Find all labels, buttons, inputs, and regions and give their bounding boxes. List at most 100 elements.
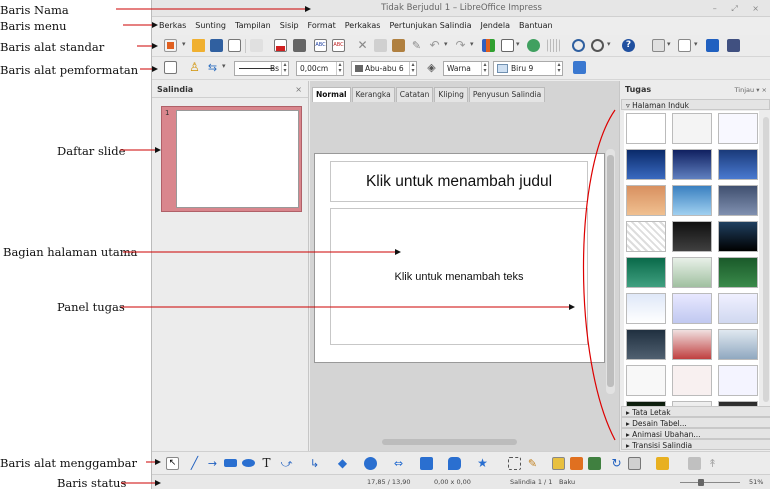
slide-thumbnail[interactable] <box>176 110 299 208</box>
content-placeholder[interactable]: Klik untuk menambah teks <box>330 208 588 345</box>
master-page-thumbnail[interactable] <box>626 185 666 216</box>
menu-tools[interactable]: Perkakas <box>345 21 381 30</box>
new-slide-dropdown-icon[interactable]: ▾ <box>667 40 671 48</box>
presentation-icon[interactable] <box>706 39 719 52</box>
fontwork-gallery-icon[interactable] <box>552 457 565 470</box>
basic-shapes-icon[interactable]: ◆ <box>336 457 349 470</box>
master-page-thumbnail[interactable] <box>718 329 758 360</box>
zoom-dropdown-icon[interactable]: ▾ <box>607 40 611 48</box>
master-page-thumbnail[interactable] <box>718 221 758 252</box>
master-page-thumbnail[interactable] <box>672 221 712 252</box>
menu-view[interactable]: Tampilan <box>235 21 271 30</box>
master-page-thumbnail[interactable] <box>626 149 666 180</box>
grid-icon[interactable] <box>547 39 560 52</box>
master-page-thumbnail[interactable] <box>672 293 712 324</box>
layout-dropdown-icon[interactable]: ▾ <box>694 40 698 48</box>
master-page-thumbnail[interactable] <box>672 257 712 288</box>
title-placeholder[interactable]: Klik untuk menambah judul <box>330 161 588 202</box>
area-fill-icon[interactable]: ◈ <box>425 61 438 74</box>
task-pane-scrollbar[interactable] <box>763 117 769 402</box>
align-icon[interactable] <box>628 457 641 470</box>
fontwork-icon[interactable] <box>527 39 540 52</box>
master-page-thumbnail[interactable] <box>626 365 666 396</box>
area-style-select[interactable]: Warna ▴ ▾ <box>443 61 489 76</box>
spellcheck-icon[interactable]: ABC <box>314 39 327 52</box>
styles-icon[interactable] <box>164 61 177 74</box>
window-controls[interactable]: – ⤢ × <box>713 0 765 17</box>
task-pane-view-menu[interactable]: Tinjau <box>735 86 755 94</box>
menu-window[interactable]: Jendela <box>481 21 510 30</box>
flowchart-icon[interactable] <box>420 457 433 470</box>
section-custom-animation[interactable]: ▸ Animasi Ubahan... <box>621 428 770 439</box>
stars-icon[interactable]: ★ <box>476 457 489 470</box>
master-page-thumbnail[interactable] <box>718 293 758 324</box>
gallery-icon[interactable] <box>588 457 601 470</box>
shadow-icon[interactable] <box>573 61 586 74</box>
arrow-dropdown-icon[interactable]: ▾ <box>222 62 226 70</box>
chart-icon[interactable] <box>482 39 495 52</box>
slideshow-icon[interactable] <box>727 39 740 52</box>
section-layouts[interactable]: ▸ Tata Letak <box>621 406 770 417</box>
slide-canvas[interactable]: Klik untuk menambah judul Klik untuk men… <box>314 153 605 363</box>
area-style-arrows[interactable]: ▴ ▾ <box>481 62 488 75</box>
glue-points-icon[interactable]: ✎ <box>526 457 539 470</box>
extrusion-icon[interactable] <box>688 457 701 470</box>
from-file-icon[interactable] <box>570 457 583 470</box>
master-page-thumbnail[interactable] <box>718 365 758 396</box>
redo-dropdown-icon[interactable]: ▾ <box>470 40 474 48</box>
line-icon[interactable]: ♙ <box>188 61 201 74</box>
arrow-style-icon[interactable]: ⇆ <box>206 61 219 74</box>
callouts-icon[interactable] <box>448 457 461 470</box>
horizontal-scrollbar[interactable] <box>382 439 517 445</box>
master-page-thumbnail[interactable] <box>626 257 666 288</box>
undo-dropdown-icon[interactable]: ▾ <box>444 40 448 48</box>
tab-normal[interactable]: Normal <box>312 87 351 102</box>
copy-icon[interactable] <box>374 39 387 52</box>
slide-pane-close-icon[interactable]: × <box>295 81 302 98</box>
email-icon[interactable] <box>228 39 241 52</box>
ellipse-icon[interactable] <box>242 459 255 467</box>
select-pointer-icon[interactable]: ↖ <box>166 457 179 470</box>
line-style-select[interactable]: Bs ▴ ▾ <box>234 61 289 76</box>
arrange-icon[interactable] <box>656 457 669 470</box>
slide-thumbnail-selected[interactable]: 1 <box>161 106 302 212</box>
edit-file-icon[interactable] <box>250 39 263 52</box>
line-width-spinner[interactable]: ▴ ▾ <box>336 62 343 75</box>
symbol-shapes-icon[interactable] <box>364 457 377 470</box>
menu-format[interactable]: Format <box>308 21 336 30</box>
print-icon[interactable] <box>293 39 306 52</box>
master-page-thumbnail[interactable] <box>672 113 712 144</box>
master-page-thumbnail[interactable] <box>718 113 758 144</box>
master-page-thumbnail[interactable] <box>626 221 666 252</box>
menu-file[interactable]: Berkas <box>159 21 186 30</box>
master-page-thumbnail[interactable] <box>718 257 758 288</box>
new-dropdown-icon[interactable]: ▾ <box>182 40 186 48</box>
vertical-scrollbar[interactable] <box>606 149 615 394</box>
slide-layout-icon[interactable] <box>678 39 691 52</box>
rectangle-icon[interactable] <box>224 459 237 467</box>
line-color-select[interactable]: Abu-abu 6 ▴ ▾ <box>351 61 417 76</box>
master-page-thumbnail[interactable] <box>672 365 712 396</box>
master-page-thumbnail[interactable] <box>718 185 758 216</box>
area-color-select[interactable]: Biru 9 ▴ ▾ <box>493 61 563 76</box>
table-icon[interactable] <box>501 39 514 52</box>
tab-outline[interactable]: Kerangka <box>351 87 395 102</box>
export-pdf-icon[interactable] <box>274 39 287 52</box>
new-document-icon[interactable] <box>164 39 177 52</box>
menu-help[interactable]: Bantuan <box>519 21 553 30</box>
master-page-thumbnail[interactable] <box>672 149 712 180</box>
connector-icon[interactable]: ↳ <box>308 457 321 470</box>
new-slide-icon[interactable] <box>652 39 665 52</box>
points-icon[interactable] <box>508 457 521 470</box>
master-page-thumbnail[interactable] <box>626 329 666 360</box>
help-icon[interactable]: ? <box>622 39 635 52</box>
zoom-slider-knob[interactable] <box>698 479 704 486</box>
paste-icon[interactable] <box>392 39 405 52</box>
master-page-thumbnail[interactable] <box>672 329 712 360</box>
toggle-extrusion-icon[interactable]: ↟ <box>706 457 719 470</box>
open-folder-icon[interactable] <box>192 39 205 52</box>
menu-edit[interactable]: Sunting <box>195 21 226 30</box>
line-tool-icon[interactable]: ╱ <box>188 457 201 470</box>
zoom-icon[interactable] <box>591 39 604 52</box>
line-color-arrows[interactable]: ▴ ▾ <box>409 62 416 75</box>
